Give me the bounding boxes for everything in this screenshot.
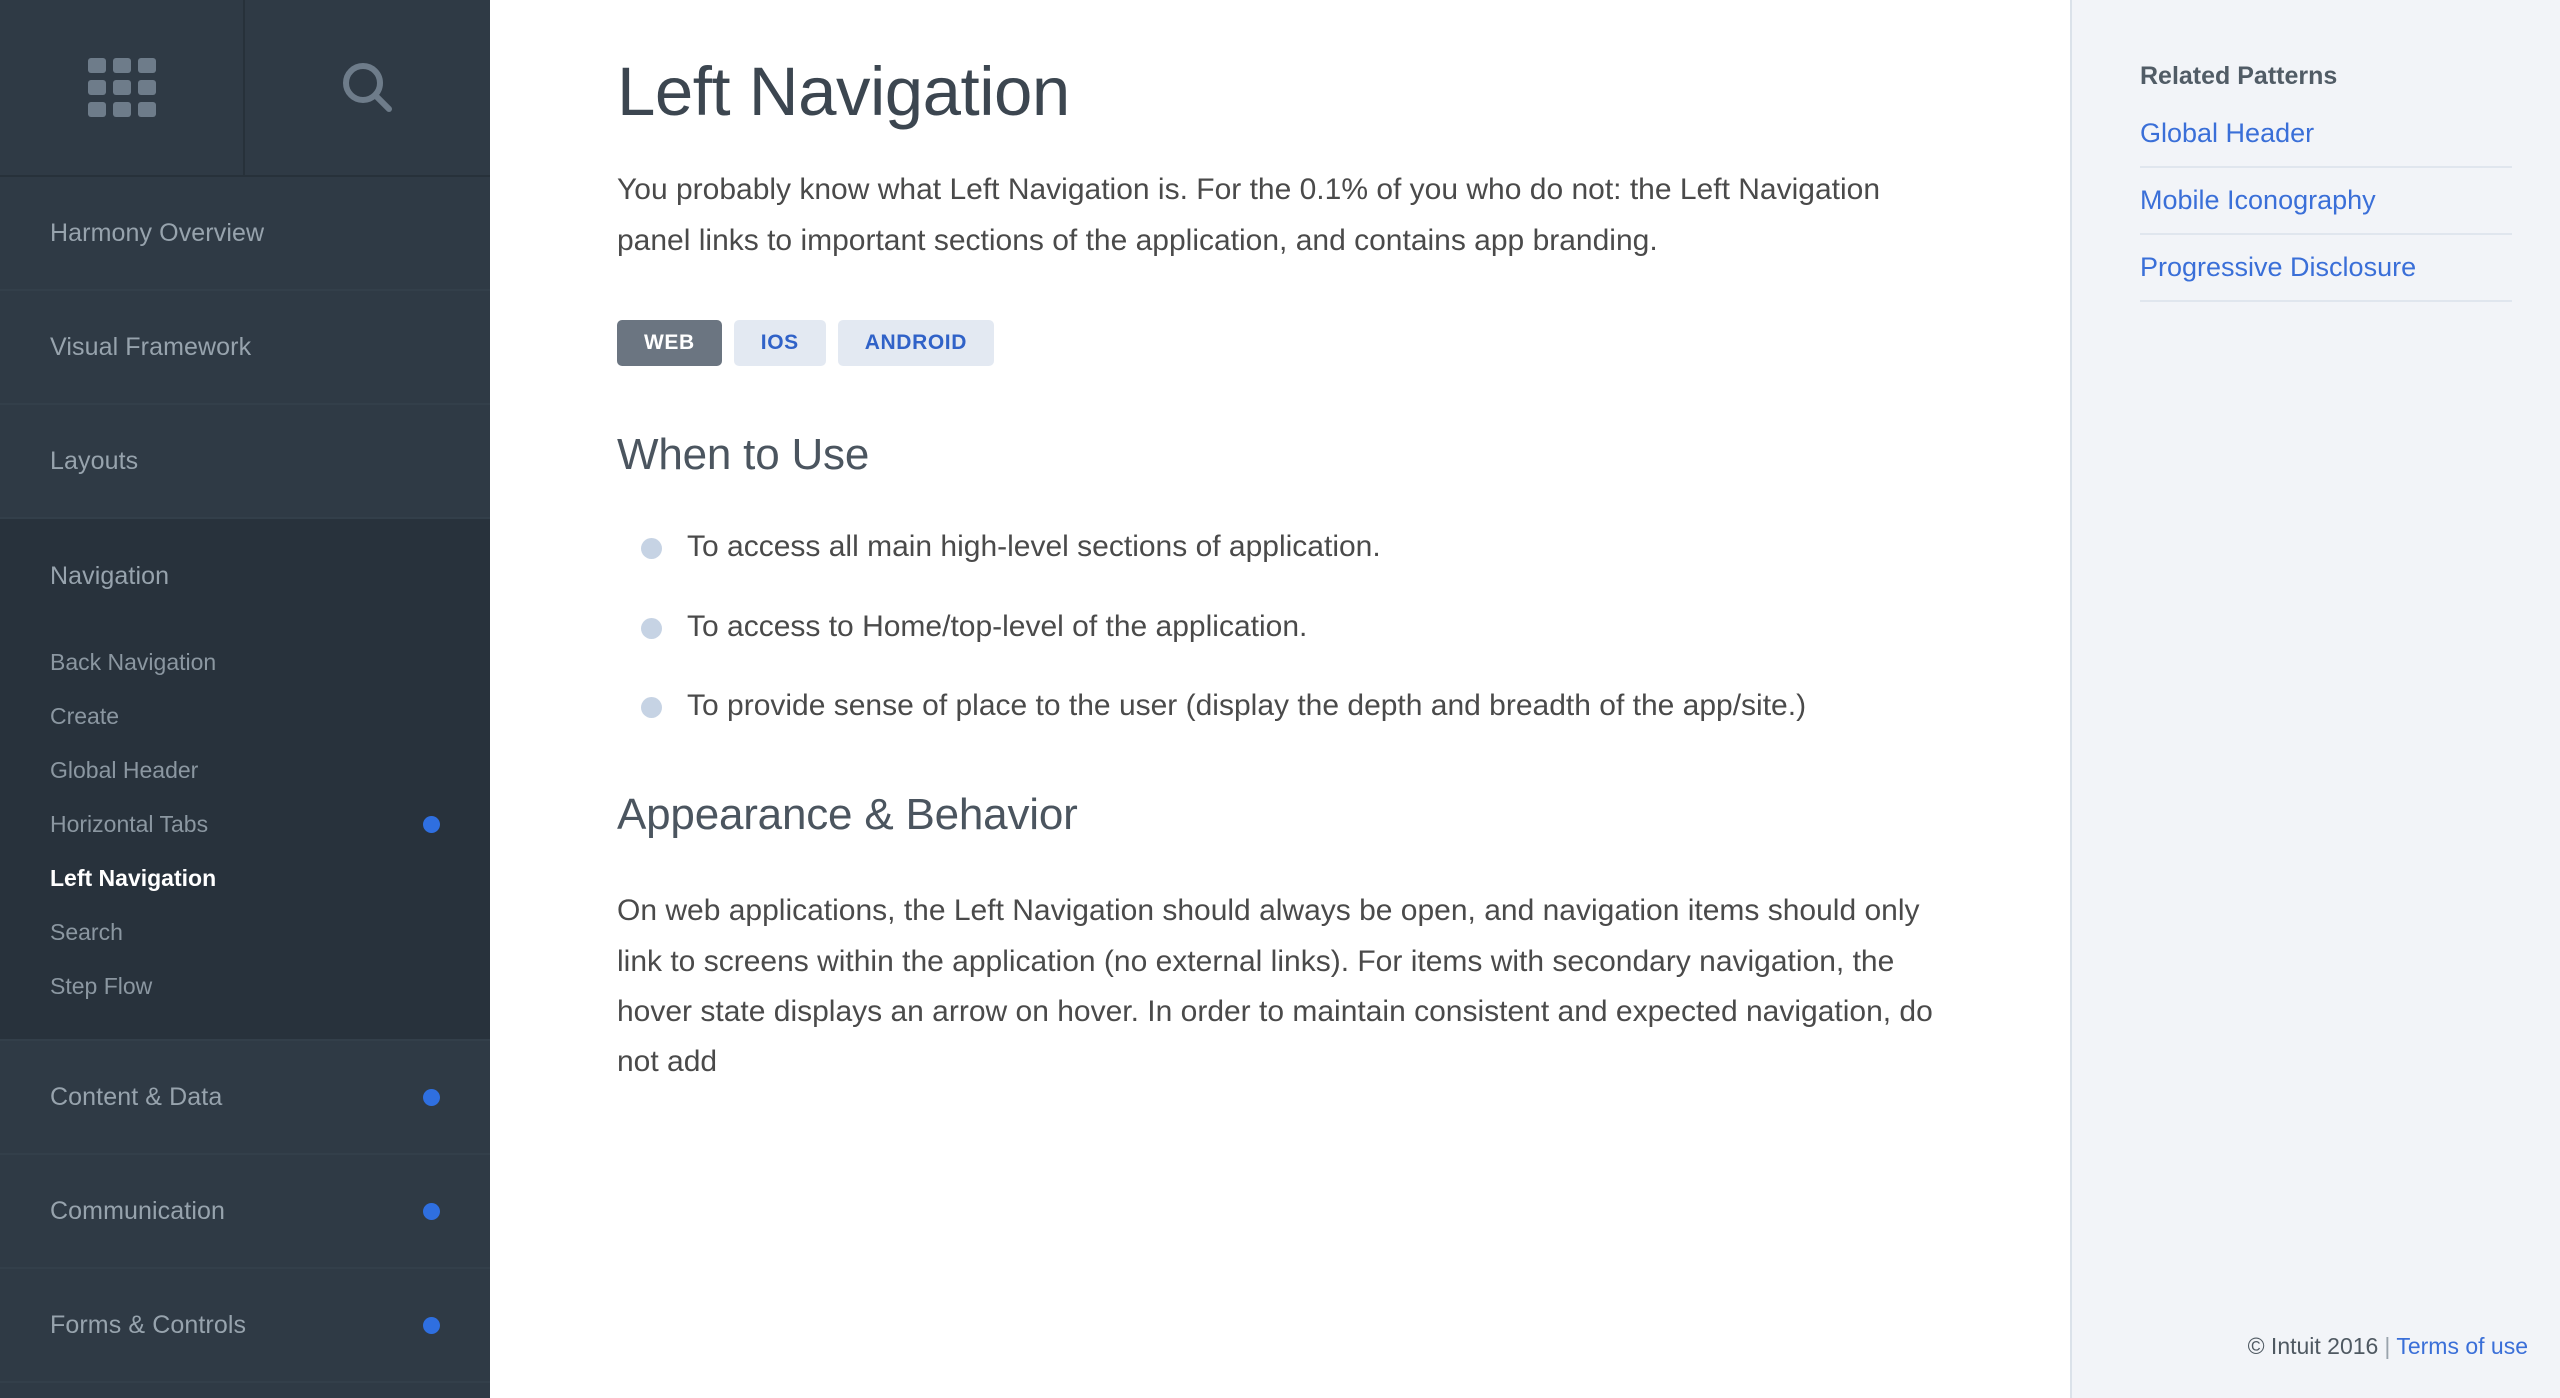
sidebar-item-label: Visual Framework [50,332,252,361]
sidebar-subitem-global-header[interactable]: Global Header [0,743,490,797]
sidebar-subnav-navigation: Back Navigation Create Global Header Hor… [0,633,490,1041]
new-indicator-dot [423,1202,440,1220]
search-button[interactable] [245,0,490,175]
sidebar-subitem-back-navigation[interactable]: Back Navigation [0,635,490,689]
list-item-text: To access all main high-level sections o… [687,530,1381,564]
sidebar-item-visual-framework[interactable]: Visual Framework [0,291,490,405]
sidebar-subitem-step-flow[interactable]: Step Flow [0,959,490,1013]
related-link-mobile-iconography[interactable]: Mobile Iconography [2140,185,2512,235]
sidebar-item-communication[interactable]: Communication [0,1155,490,1269]
section-paragraph: On web applications, the Left Navigation… [617,894,1933,1079]
sidebar-subitem-label: Step Flow [50,972,153,999]
sidebar-item-label: Harmony Overview [50,218,265,247]
intro-paragraph: You probably know what Left Navigation i… [617,173,1881,257]
list-item: To provide sense of place to the user (d… [617,685,2010,726]
page-title: Left Navigation [617,53,1070,130]
new-indicator-dot [423,1316,440,1334]
sidebar-item-label: Layouts [50,446,139,475]
app-switcher-button[interactable] [0,0,245,175]
left-sidebar: Harmony Overview Visual Framework Layout… [0,0,490,1398]
app-root: Harmony Overview Visual Framework Layout… [0,0,2560,1398]
related-patterns-title: Related Patterns [2140,62,2338,90]
sidebar-subitem-label: Create [50,702,120,729]
section-heading: Appearance & Behavior [617,790,1078,840]
related-link-global-header[interactable]: Global Header [2140,118,2512,168]
sidebar-nav: Harmony Overview Visual Framework Layout… [0,177,490,1383]
list-item-text: To provide sense of place to the user (d… [687,688,1807,722]
search-icon [337,57,399,119]
copyright-text: © Intuit 2016 [2247,1333,2379,1359]
sidebar-subitem-create[interactable]: Create [0,689,490,743]
new-indicator-dot [423,1088,440,1106]
sidebar-item-layouts[interactable]: Layouts [0,405,490,519]
sidebar-subitem-search[interactable]: Search [0,905,490,959]
footer-separator: | [2384,1333,2391,1359]
sidebar-item-label: Navigation [50,561,170,590]
sidebar-item-label: Communication [50,1196,225,1225]
section-appearance-and-behavior: Appearance & Behavior On web application… [617,790,2010,1088]
sidebar-subitem-horizontal-tabs[interactable]: Horizontal Tabs [0,797,490,851]
tab-web[interactable]: WEB [617,320,722,367]
sidebar-subitem-left-navigation[interactable]: Left Navigation [0,851,490,905]
sidebar-item-navigation[interactable]: Navigation [0,519,490,633]
sidebar-subitem-label: Search [50,918,123,945]
bullet-dot-icon [641,696,662,718]
sidebar-item-label: Content & Data [50,1082,223,1111]
section-heading: When to Use [617,430,870,480]
related-link-progressive-disclosure[interactable]: Progressive Disclosure [2140,252,2512,302]
sidebar-subitem-label: Left Navigation [50,864,217,891]
sidebar-item-label: Forms & Controls [50,1310,247,1339]
grid-apps-icon [87,58,156,117]
new-indicator-dot [423,815,440,833]
tab-android[interactable]: ANDROID [837,320,994,367]
terms-of-use-link[interactable]: Terms of use [2396,1333,2528,1359]
platform-tab-group: WEB IOS ANDROID [617,320,2010,367]
bullet-dot-icon [641,538,662,560]
section-when-to-use: When to Use To access all main high-leve… [617,430,2010,726]
footer: © Intuit 2016 | Terms of use [2248,1333,2528,1360]
when-to-use-list: To access all main high-level sections o… [617,526,2010,726]
sidebar-item-harmony-overview[interactable]: Harmony Overview [0,177,490,291]
list-item: To access all main high-level sections o… [617,526,2010,567]
list-item-text: To access to Home/top-level of the appli… [687,609,1308,643]
sidebar-subitem-label: Back Navigation [50,648,217,675]
bullet-dot-icon [641,617,662,639]
sidebar-subitem-label: Horizontal Tabs [50,810,209,837]
list-item: To access to Home/top-level of the appli… [617,606,2010,647]
main-content: Left Navigation You probably know what L… [490,0,2070,1398]
sidebar-item-content-and-data[interactable]: Content & Data [0,1041,490,1155]
sidebar-subitem-label: Global Header [50,756,199,783]
related-patterns-panel: Related Patterns Global Header Mobile Ic… [2070,0,2560,1398]
tab-ios[interactable]: IOS [733,320,826,367]
sidebar-header [0,0,490,177]
sidebar-item-forms-and-controls[interactable]: Forms & Controls [0,1269,490,1383]
